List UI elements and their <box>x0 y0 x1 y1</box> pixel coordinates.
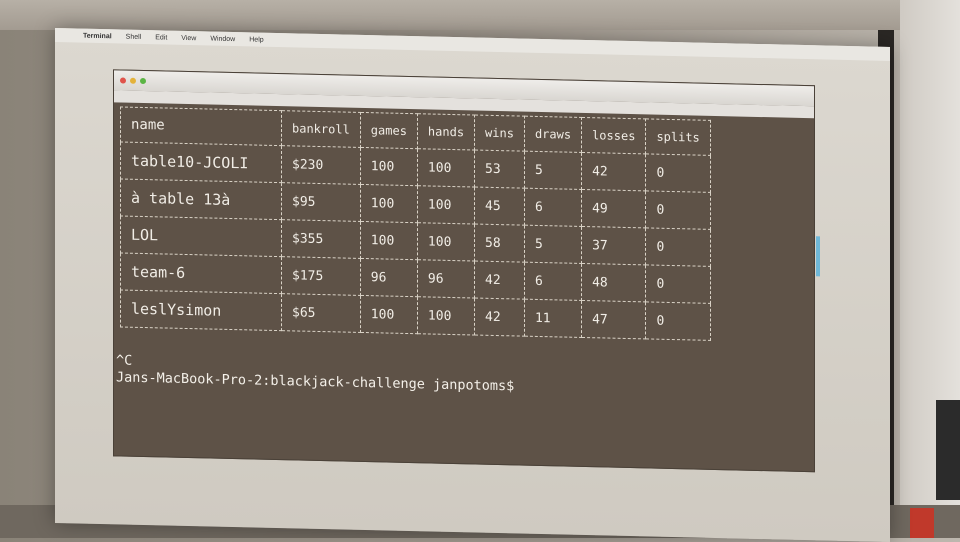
cell-hands: 100 <box>417 148 475 188</box>
zoom-button[interactable] <box>140 77 146 85</box>
cell-draws: 11 <box>524 299 582 338</box>
cell-bankroll: $65 <box>281 293 361 333</box>
interrupt-text: ^C <box>116 352 133 369</box>
cell-draws: 6 <box>524 262 582 301</box>
cell-hands: 100 <box>417 185 475 225</box>
cell-bankroll: $175 <box>281 256 361 296</box>
cell-name: à table 13à <box>120 178 282 220</box>
cell-losses: 49 <box>581 189 646 228</box>
menu-window[interactable]: Window <box>210 35 235 43</box>
cell-splits: 0 <box>645 153 711 193</box>
cell-bankroll: $95 <box>281 182 361 222</box>
cell-losses: 48 <box>581 263 646 302</box>
menu-edit[interactable]: Edit <box>155 34 167 41</box>
cell-hands: 100 <box>417 296 475 336</box>
column-header: bankroll <box>281 110 361 148</box>
cell-draws: 6 <box>524 188 582 227</box>
cell-splits: 0 <box>645 190 711 230</box>
ceiling <box>0 0 960 30</box>
cell-bankroll: $230 <box>281 145 361 185</box>
menu-shell[interactable]: Shell <box>126 33 142 40</box>
shell-output[interactable]: ^C Jans-MacBook-Pro-2:blackjack-challeng… <box>116 352 514 395</box>
column-header: splits <box>645 118 711 156</box>
cell-games: 100 <box>360 184 418 223</box>
cell-hands: 100 <box>417 222 475 262</box>
cell-wins: 45 <box>474 187 525 226</box>
column-header: wins <box>474 115 525 152</box>
projection-screen: Terminal Shell Edit View Window Help nam… <box>55 28 890 542</box>
cell-hands: 96 <box>417 259 475 299</box>
cell-wins: 42 <box>474 261 525 300</box>
cell-draws: 5 <box>524 225 582 264</box>
cell-games: 100 <box>360 221 418 260</box>
column-header: games <box>360 112 418 149</box>
chair <box>936 400 960 500</box>
terminal-window[interactable]: name bankroll games hands wins draws los… <box>113 69 820 473</box>
cell-losses: 47 <box>581 300 646 339</box>
shell-prompt: Jans-MacBook-Pro-2:blackjack-challenge j… <box>116 369 515 395</box>
cell-wins: 42 <box>474 298 525 337</box>
cell-name: table10-JCOLI <box>120 141 282 183</box>
cell-draws: 5 <box>524 151 582 190</box>
column-header: losses <box>581 117 646 154</box>
column-header: hands <box>417 113 475 151</box>
cell-losses: 42 <box>581 152 646 191</box>
cell-splits: 0 <box>645 301 711 341</box>
cell-splits: 0 <box>645 227 711 267</box>
cell-name: LOL <box>120 215 282 257</box>
scrollbar[interactable] <box>816 236 820 277</box>
cell-games: 100 <box>360 295 418 334</box>
cell-games: 96 <box>360 258 418 297</box>
mac-menubar: Terminal Shell Edit View Window Help <box>55 28 890 61</box>
cell-name: leslYsimon <box>120 289 282 331</box>
minimize-button[interactable] <box>130 77 136 84</box>
cell-wins: 58 <box>474 224 525 263</box>
cell-games: 100 <box>360 147 418 186</box>
close-button[interactable] <box>120 77 126 84</box>
menu-view[interactable]: View <box>181 34 196 41</box>
column-header: name <box>120 106 282 146</box>
cell-splits: 0 <box>645 264 711 304</box>
menu-help[interactable]: Help <box>249 36 263 43</box>
menu-app[interactable]: Terminal <box>83 32 112 40</box>
results-table: name bankroll games hands wins draws los… <box>120 106 711 341</box>
cell-name: team-6 <box>120 252 282 294</box>
column-header: draws <box>524 116 582 153</box>
cell-wins: 53 <box>474 150 525 189</box>
red-object <box>910 508 934 538</box>
cell-losses: 37 <box>581 226 646 265</box>
cell-bankroll: $355 <box>281 219 361 259</box>
